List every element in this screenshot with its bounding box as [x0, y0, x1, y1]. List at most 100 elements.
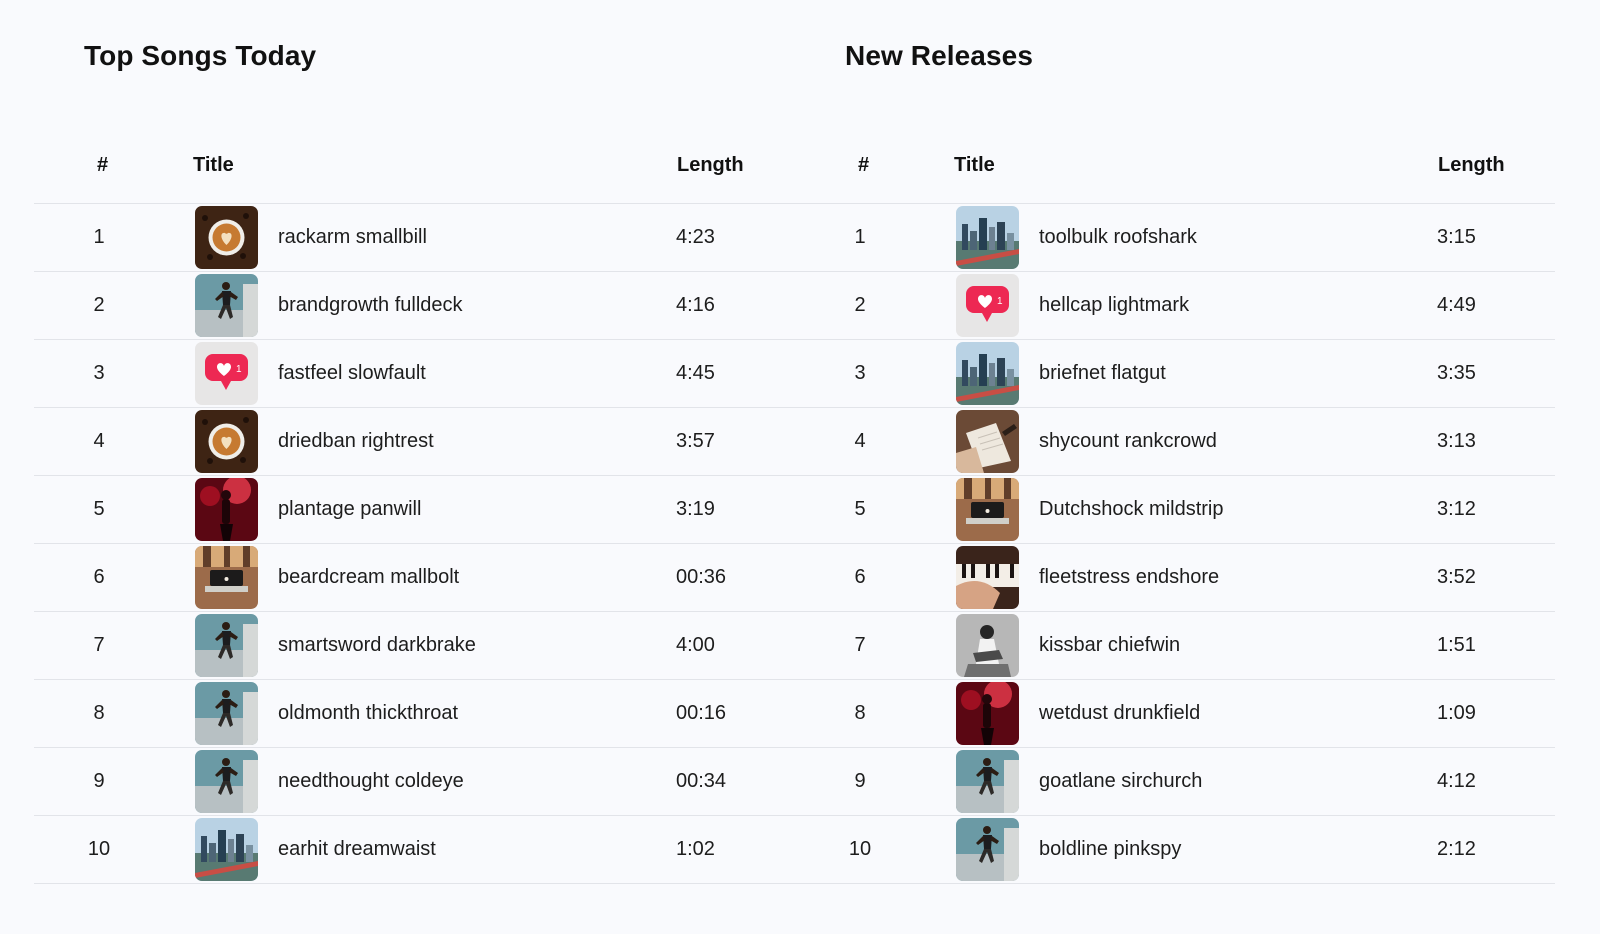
new-releases-row-number: 2	[854, 294, 866, 316]
new-releases-song-title[interactable]: kissbar chiefwin	[1039, 633, 1180, 657]
top-songs-song-title[interactable]: oldmonth thickthroat	[278, 701, 458, 725]
jumping-man-wall-icon[interactable]	[195, 614, 258, 677]
jumping-man-wall-icon[interactable]	[956, 818, 1019, 881]
coffee-latte-art-icon[interactable]	[195, 206, 258, 269]
top-songs-song-title[interactable]: smartsword darkbrake	[278, 633, 476, 657]
new-releases-row-number: 9	[854, 770, 866, 792]
row-divider	[34, 883, 1555, 884]
new-releases-row-number: 6	[854, 566, 866, 588]
top-songs-song-length: 4:45	[676, 362, 715, 384]
top-songs-song-title[interactable]: fastfeel slowfault	[278, 361, 426, 385]
laptop-warm-light-icon[interactable]	[956, 478, 1019, 541]
new-releases-length-header: Length	[1438, 154, 1505, 176]
city-skyline-icon[interactable]	[956, 206, 1019, 269]
top-songs-song-length: 00:36	[676, 566, 727, 588]
concert-red-light-icon[interactable]	[956, 682, 1019, 745]
new-releases-song-length: 3:15	[1437, 226, 1476, 248]
row-divider	[34, 475, 1555, 476]
top-songs-row-number: 9	[93, 770, 105, 792]
top-songs-song-title[interactable]: earhit dreamwaist	[278, 837, 436, 861]
new-releases-song-title[interactable]: hellcap lightmark	[1039, 293, 1189, 317]
top-songs-row-number: 1	[93, 226, 105, 248]
new-releases-song-title[interactable]: briefnet flatgut	[1039, 361, 1166, 385]
new-releases-row-number: 3	[854, 362, 866, 384]
top-songs-number-header: #	[97, 154, 109, 176]
new-releases-row-number: 5	[854, 498, 866, 520]
row-divider	[34, 747, 1555, 748]
new-releases-song-length: 3:12	[1437, 498, 1476, 520]
jumping-man-wall-icon[interactable]	[195, 750, 258, 813]
like-notification-icon[interactable]: 1	[956, 274, 1019, 337]
top-songs-song-title[interactable]: rackarm smallbill	[278, 225, 427, 249]
row-divider	[34, 815, 1555, 816]
top-songs-song-title[interactable]: brandgrowth fulldeck	[278, 293, 463, 317]
top-songs-row-number: 10	[87, 838, 111, 860]
new-releases-song-length: 2:12	[1437, 838, 1476, 860]
new-releases-title-header: Title	[954, 154, 995, 176]
new-releases-song-length: 3:35	[1437, 362, 1476, 384]
reading-person-icon[interactable]	[956, 614, 1019, 677]
top-songs-song-length: 3:19	[676, 498, 715, 520]
new-releases-song-length: 3:52	[1437, 566, 1476, 588]
row-divider	[34, 407, 1555, 408]
piano-keys-icon[interactable]	[956, 546, 1019, 609]
row-divider	[34, 611, 1555, 612]
top-songs-row-number: 6	[93, 566, 105, 588]
concert-red-light-icon[interactable]	[195, 478, 258, 541]
new-releases-row-number: 4	[854, 430, 866, 452]
coffee-latte-art-icon[interactable]	[195, 410, 258, 473]
top-songs-song-length: 4:23	[676, 226, 715, 248]
top-songs-song-title[interactable]: driedban rightrest	[278, 429, 434, 453]
top-songs-song-length: 4:16	[676, 294, 715, 316]
row-divider	[34, 203, 1555, 204]
new-releases-title: New Releases	[845, 40, 1033, 71]
new-releases-song-length: 4:12	[1437, 770, 1476, 792]
top-songs-title: Top Songs Today	[84, 40, 317, 71]
top-songs-row-number: 5	[93, 498, 105, 520]
writing-notebook-icon[interactable]	[956, 410, 1019, 473]
top-songs-song-length: 3:57	[676, 430, 715, 452]
new-releases-row-number: 10	[848, 838, 872, 860]
top-songs-row-number: 4	[93, 430, 105, 452]
jumping-man-wall-icon[interactable]	[195, 274, 258, 337]
new-releases-song-title[interactable]: shycount rankcrowd	[1039, 429, 1217, 453]
new-releases-row-number: 1	[854, 226, 866, 248]
top-songs-song-title[interactable]: needthought coldeye	[278, 769, 464, 793]
new-releases-row-number: 8	[854, 702, 866, 724]
new-releases-song-title[interactable]: Dutchshock mildstrip	[1039, 497, 1224, 521]
new-releases-song-length: 4:49	[1437, 294, 1476, 316]
svg-text:1: 1	[236, 364, 242, 375]
new-releases-song-length: 1:51	[1437, 634, 1476, 656]
top-songs-song-length: 4:00	[676, 634, 715, 656]
top-songs-song-title[interactable]: plantage panwill	[278, 497, 421, 521]
top-songs-song-title[interactable]: beardcream mallbolt	[278, 565, 459, 589]
top-songs-song-length: 1:02	[676, 838, 715, 860]
new-releases-number-header: #	[858, 154, 870, 176]
song-lists-page: Top Songs Today New Releases # Title Len…	[0, 0, 1600, 934]
top-songs-title-header: Title	[193, 154, 234, 176]
laptop-warm-light-icon[interactable]	[195, 546, 258, 609]
top-songs-length-header: Length	[677, 154, 744, 176]
row-divider	[34, 679, 1555, 680]
like-notification-icon[interactable]: 1	[195, 342, 258, 405]
jumping-man-wall-icon[interactable]	[195, 682, 258, 745]
city-skyline-icon[interactable]	[956, 342, 1019, 405]
new-releases-song-title[interactable]: fleetstress endshore	[1039, 565, 1219, 589]
new-releases-song-title[interactable]: wetdust drunkfield	[1039, 701, 1200, 725]
row-divider	[34, 339, 1555, 340]
new-releases-row-number: 7	[854, 634, 866, 656]
row-divider	[34, 543, 1555, 544]
top-songs-row-number: 8	[93, 702, 105, 724]
new-releases-song-title[interactable]: toolbulk roofshark	[1039, 225, 1197, 249]
top-songs-row-number: 3	[93, 362, 105, 384]
new-releases-song-length: 1:09	[1437, 702, 1476, 724]
jumping-man-wall-icon[interactable]	[956, 750, 1019, 813]
top-songs-song-length: 00:16	[676, 702, 727, 724]
new-releases-song-title[interactable]: boldline pinkspy	[1039, 837, 1181, 861]
new-releases-song-title[interactable]: goatlane sirchurch	[1039, 769, 1202, 793]
city-skyline-icon[interactable]	[195, 818, 258, 881]
svg-text:1: 1	[997, 296, 1003, 307]
row-divider	[34, 271, 1555, 272]
top-songs-row-number: 2	[93, 294, 105, 316]
top-songs-song-length: 00:34	[676, 770, 727, 792]
